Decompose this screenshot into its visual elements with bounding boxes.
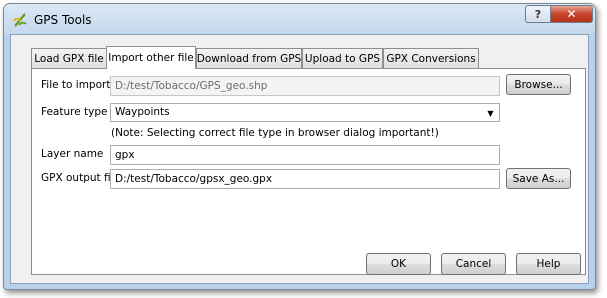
ok-button[interactable]: OK (366, 253, 431, 275)
close-icon: ✕ (566, 7, 577, 21)
tab-gpx-conversions[interactable]: GPX Conversions (383, 48, 479, 68)
import-panel: File to import D:/test/Tobacco/GPS_geo.s… (31, 68, 586, 275)
window-title: GPS Tools (34, 13, 92, 27)
tab-label: Download from GPS (196, 52, 302, 65)
tab-label: Upload to GPS (304, 52, 381, 65)
gpx-output-file-field[interactable]: D:/test/Tobacco/gpsx_geo.gpx (110, 169, 500, 189)
cancel-button[interactable]: Cancel (441, 253, 506, 275)
title-bar[interactable]: GPS Tools ? ✕ (4, 4, 595, 34)
feature-type-label: Feature type (41, 106, 108, 118)
tab-upload-to-gps[interactable]: Upload to GPS (302, 48, 383, 68)
chevron-down-icon[interactable]: ▼ (483, 105, 498, 121)
gpx-output-file-label: GPX output file (41, 172, 120, 184)
gps-tools-dialog: GPS Tools ? ✕ Load GPX file Import other… (3, 3, 596, 290)
file-to-import-label: File to import (41, 79, 111, 91)
help-glyph: ? (534, 7, 542, 21)
save-as-button[interactable]: Save As... (506, 168, 571, 189)
tab-import-other-file[interactable]: Import other file (106, 46, 196, 69)
qgis-icon (13, 13, 27, 27)
close-button[interactable]: ✕ (550, 5, 593, 23)
help-button-label: Help (536, 258, 561, 270)
ok-button-label: OK (390, 258, 407, 270)
dialog-body: Load GPX file Import other file Download… (10, 34, 589, 284)
feature-type-select[interactable]: Waypoints ▼ (110, 103, 500, 122)
browse-button[interactable]: Browse... (506, 74, 571, 95)
feature-type-value: Waypoints (115, 106, 170, 118)
browse-button-label: Browse... (514, 78, 563, 91)
context-help-button[interactable]: ? (525, 5, 551, 23)
layer-name-field[interactable]: gpx (110, 145, 500, 165)
cancel-button-label: Cancel (455, 258, 492, 270)
file-type-note: (Note: Selecting correct file type in br… (111, 127, 439, 139)
layer-name-label: Layer name (41, 148, 104, 160)
file-to-import-field[interactable]: D:/test/Tobacco/GPS_geo.shp (110, 76, 500, 96)
tab-label: Load GPX file (34, 52, 104, 65)
save-as-button-label: Save As... (512, 172, 565, 185)
tab-download-from-gps[interactable]: Download from GPS (196, 48, 302, 68)
tab-label: Import other file (108, 52, 194, 64)
tab-label: GPX Conversions (386, 52, 476, 65)
help-button[interactable]: Help (516, 253, 581, 275)
tab-load-gpx-file[interactable]: Load GPX file (31, 48, 107, 68)
